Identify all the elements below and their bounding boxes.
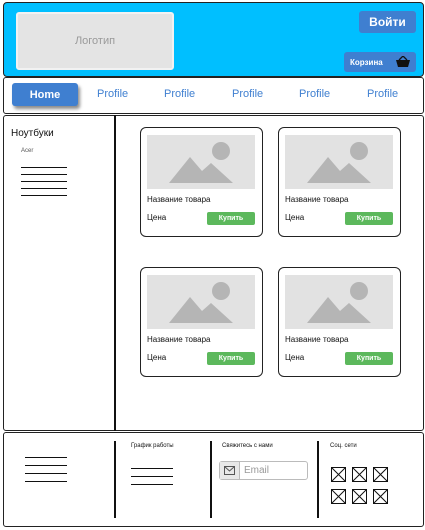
product-name[interactable]: Название товара bbox=[285, 335, 349, 344]
social-icon[interactable] bbox=[373, 467, 388, 482]
image-placeholder-icon bbox=[285, 135, 393, 189]
sidebar-divider bbox=[114, 115, 116, 431]
list-line bbox=[21, 181, 67, 182]
product-card[interactable]: Название товара Цена Купить bbox=[140, 267, 263, 377]
nav-item-profile[interactable]: Profile bbox=[232, 88, 263, 100]
cart-button[interactable]: Корзина bbox=[344, 52, 416, 72]
schedule-line bbox=[131, 468, 173, 469]
list-line bbox=[21, 195, 67, 196]
product-card[interactable]: Название товара Цена Купить bbox=[278, 267, 401, 377]
menu-line bbox=[25, 465, 67, 466]
social-icon[interactable] bbox=[331, 467, 346, 482]
login-button[interactable]: Войти bbox=[359, 11, 416, 33]
nav-item-profile[interactable]: Profile bbox=[367, 88, 398, 100]
product-card[interactable]: Название товара Цена Купить bbox=[140, 127, 263, 237]
main-nav: Home Profile Profile Profile Profile Pro… bbox=[3, 77, 424, 114]
schedule-line bbox=[131, 476, 173, 477]
footer-divider bbox=[114, 441, 116, 518]
list-line bbox=[21, 167, 67, 168]
email-input[interactable]: Email bbox=[219, 461, 308, 480]
buy-button[interactable]: Купить bbox=[345, 352, 393, 365]
product-price: Цена bbox=[285, 213, 305, 222]
list-line bbox=[21, 188, 67, 189]
nav-home-button[interactable]: Home bbox=[12, 83, 78, 106]
subcategory-item[interactable]: Acer bbox=[21, 148, 33, 154]
product-price: Цена bbox=[147, 213, 167, 222]
footer-divider bbox=[210, 441, 212, 518]
menu-line bbox=[25, 481, 67, 482]
product-name[interactable]: Название товара bbox=[285, 195, 349, 204]
header: Логотип Войти Корзина bbox=[3, 2, 424, 77]
social-icon[interactable] bbox=[331, 489, 346, 504]
social-title: Соц. сети bbox=[330, 443, 357, 449]
social-icon[interactable] bbox=[373, 489, 388, 504]
schedule-title: График работы bbox=[131, 443, 174, 449]
mail-icon bbox=[220, 462, 240, 479]
product-price: Цена bbox=[147, 353, 167, 362]
menu-line bbox=[25, 457, 67, 458]
footer-divider bbox=[317, 441, 319, 518]
basket-icon bbox=[396, 56, 410, 67]
nav-item-profile[interactable]: Profile bbox=[164, 88, 195, 100]
product-name[interactable]: Название товара bbox=[147, 335, 211, 344]
image-placeholder-icon bbox=[147, 275, 255, 329]
category-title[interactable]: Ноутбуки bbox=[11, 128, 54, 139]
logo-text: Логотип bbox=[74, 35, 116, 47]
image-placeholder-icon bbox=[147, 135, 255, 189]
buy-button[interactable]: Купить bbox=[207, 212, 255, 225]
menu-line bbox=[25, 473, 67, 474]
list-line bbox=[21, 174, 67, 175]
image-placeholder-icon bbox=[285, 275, 393, 329]
contact-title: Свяжитесь с нами bbox=[222, 443, 273, 449]
email-placeholder: Email bbox=[244, 465, 270, 476]
cart-label: Корзина bbox=[350, 57, 383, 67]
product-price: Цена bbox=[285, 353, 305, 362]
product-card[interactable]: Название товара Цена Купить bbox=[278, 127, 401, 237]
nav-item-profile[interactable]: Profile bbox=[97, 88, 128, 100]
social-icon[interactable] bbox=[352, 467, 367, 482]
nav-item-profile[interactable]: Profile bbox=[299, 88, 330, 100]
buy-button[interactable]: Купить bbox=[207, 352, 255, 365]
product-name[interactable]: Название товара bbox=[147, 195, 211, 204]
schedule-line bbox=[131, 484, 173, 485]
social-icon[interactable] bbox=[352, 489, 367, 504]
logo[interactable]: Логотип bbox=[16, 12, 174, 70]
buy-button[interactable]: Купить bbox=[345, 212, 393, 225]
